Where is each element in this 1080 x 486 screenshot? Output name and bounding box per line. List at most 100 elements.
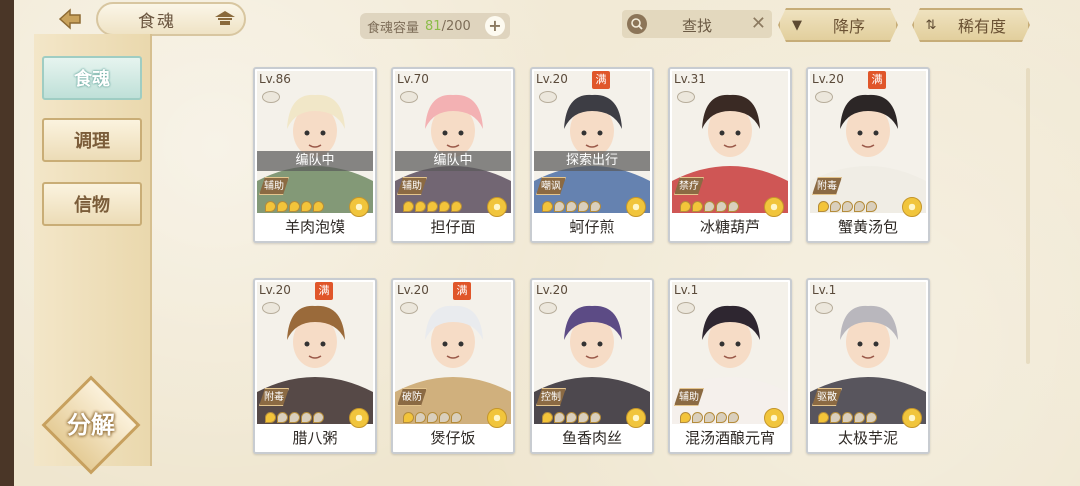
capacity-label: 食魂容量 [367,20,420,36]
skin-icon [677,302,695,314]
search-input[interactable]: 查找 [682,15,712,36]
food-soul-name: 太极芋泥 [808,424,928,452]
star-icon [578,412,589,423]
decompose-label[interactable]: 分解 [56,405,126,445]
star-icon [578,201,589,212]
status-banner: 编队中 [395,151,511,171]
star-rating [403,412,462,426]
star-icon [301,201,312,212]
scrollbar[interactable] [1026,68,1030,364]
capacity-max: /200 [441,18,471,34]
food-soul-card[interactable]: Lv.1 驱散 太极芋泥 [806,278,930,454]
level-label: Lv.20 [812,72,844,86]
level-label: Lv.20 [536,72,568,86]
star-icon [415,412,426,423]
star-icon [313,201,324,212]
flower-icon [626,408,646,428]
star-icon [692,412,703,423]
star-icon [842,201,853,212]
star-icon [566,412,577,423]
level-label: Lv.20 [259,283,291,297]
flower-icon [487,197,507,217]
star-rating [542,412,601,426]
skin-icon [400,302,418,314]
flower-icon [764,408,784,428]
capacity-current: 81 [425,18,442,34]
star-icon [277,201,288,212]
food-soul-name: 鱼香肉丝 [532,424,652,452]
sidebar-item-food-souls[interactable]: 食魂 [42,56,142,100]
star-icon [842,412,853,423]
star-icon [854,412,865,423]
pavilion-icon [214,10,236,28]
flower-icon [626,197,646,217]
star-rating [680,201,739,215]
star-icon [854,201,865,212]
clear-search-icon[interactable]: ✕ [751,13,766,34]
star-rating [818,412,877,426]
sort-key-button[interactable]: ⇅ 稀有度 [912,8,1030,42]
food-soul-name: 蟹黄汤包 [808,213,928,241]
flower-icon [902,408,922,428]
star-icon [818,201,829,212]
food-soul-card[interactable]: Lv.1 辅助 混汤酒酿元宵 [668,278,792,454]
food-soul-card[interactable]: Lv.20 满附毒 腊八粥 [253,278,377,454]
flower-icon [349,197,369,217]
back-arrow-icon [58,8,81,30]
level-label: Lv.31 [674,72,706,86]
food-soul-card[interactable]: Lv.20 满附毒 蟹黄汤包 [806,67,930,243]
star-icon [277,412,288,423]
star-icon [542,201,553,212]
star-icon [427,201,438,212]
food-soul-name: 腊八粥 [255,424,375,452]
sort-order-button[interactable]: ▼ 降序 [778,8,898,42]
skin-icon [539,302,557,314]
food-soul-name: 蚵仔煎 [532,213,652,241]
search-box[interactable]: 查找 ✕ [622,10,772,38]
star-icon [265,201,276,212]
star-icon [830,412,841,423]
sidebar-item-conditioning[interactable]: 调理 [42,118,142,162]
level-label: Lv.70 [397,72,429,86]
star-icon [566,201,577,212]
add-capacity-button[interactable]: + [485,16,505,36]
skin-icon [262,91,280,103]
star-icon [590,412,601,423]
food-soul-card[interactable]: Lv.31 禁疗 冰糖葫芦 [668,67,792,243]
sidebar-item-tokens[interactable]: 信物 [42,182,142,226]
max-level-badge: 满 [315,282,333,300]
triangle-down-icon: ▼ [792,17,802,33]
skin-icon [400,91,418,103]
star-icon [692,201,703,212]
star-icon [818,412,829,423]
food-soul-card[interactable]: Lv.86 编队中 辅助 羊肉泡馍 [253,67,377,243]
star-icon [265,412,276,423]
page-title: 食魂 [138,11,176,32]
star-icon [728,201,739,212]
back-button[interactable] [40,4,98,34]
level-label: Lv.1 [674,283,699,297]
level-label: Lv.20 [397,283,429,297]
star-icon [403,412,414,423]
sort-order-label: 降序 [832,17,865,36]
star-icon [716,412,727,423]
star-icon [830,201,841,212]
star-icon [728,412,739,423]
level-label: Lv.1 [812,283,837,297]
max-level-badge: 满 [592,71,610,89]
sort-key-label: 稀有度 [957,17,1006,36]
food-soul-card[interactable]: Lv.20 控制 鱼香肉丝 [530,278,654,454]
capacity-indicator: 食魂容量 81 /200 + [360,13,510,39]
star-icon [704,412,715,423]
food-soul-card[interactable]: Lv.20 满探索出行 嘲讽 蚵仔煎 [530,67,654,243]
food-soul-card[interactable]: Lv.20 满破防 煲仔饭 [391,278,515,454]
skin-icon [815,91,833,103]
star-icon [680,201,691,212]
food-soul-name: 羊肉泡馍 [255,213,375,241]
max-level-badge: 满 [453,282,471,300]
star-icon [542,412,553,423]
star-rating [542,201,601,215]
food-soul-name: 冰糖葫芦 [670,213,790,241]
food-soul-card[interactable]: Lv.70 编队中 辅助 担仔面 [391,67,515,243]
star-icon [554,412,565,423]
